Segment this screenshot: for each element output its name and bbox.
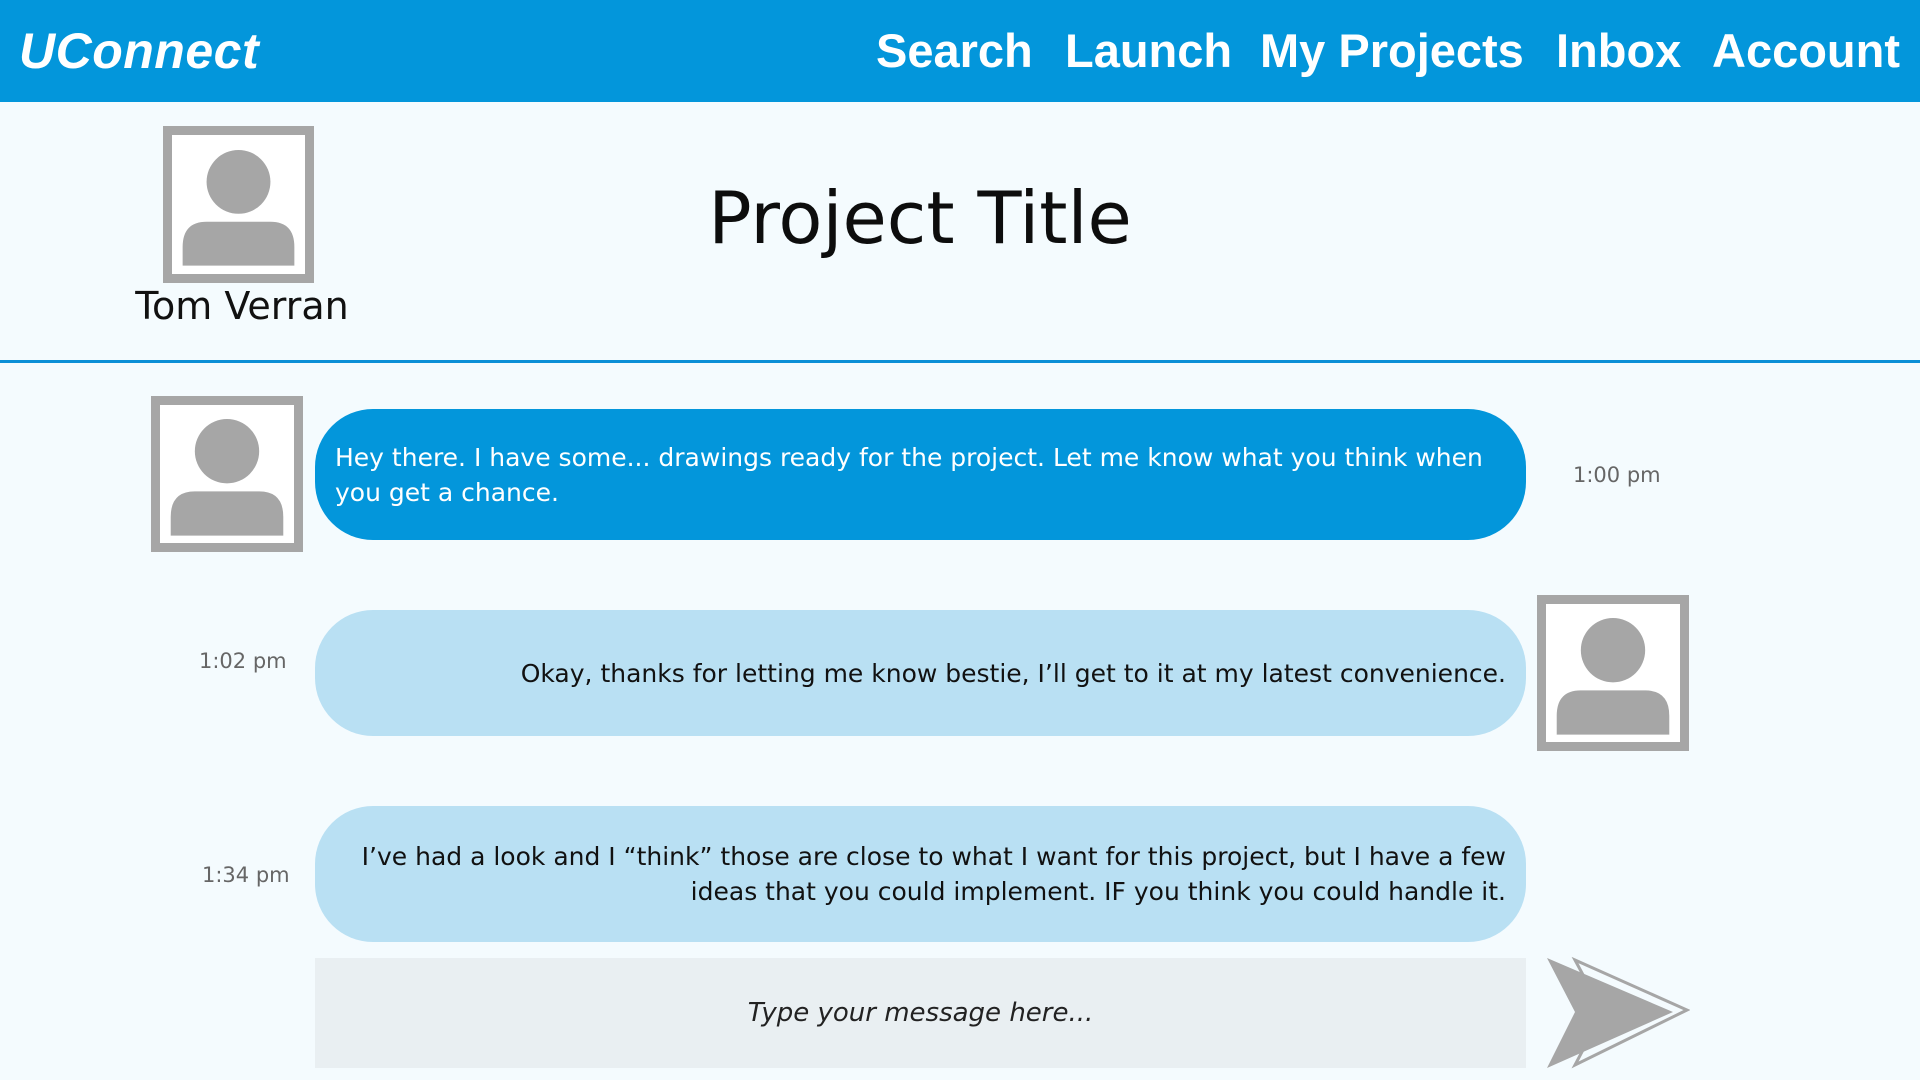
sender-avatar[interactable] (151, 396, 303, 552)
project-owner-avatar[interactable] (163, 126, 314, 283)
nav-search[interactable]: Search (876, 22, 1033, 80)
brand-logo[interactable]: UConnect (19, 22, 259, 80)
message-bubble-outgoing: Okay, thanks for letting me know bestie,… (315, 610, 1526, 736)
message-bubble-incoming: Hey there. I have some... drawings ready… (315, 409, 1526, 540)
nav-launch[interactable]: Launch (1065, 22, 1232, 80)
nav-account[interactable]: Account (1712, 22, 1900, 80)
message-timestamp: 1:34 pm (202, 863, 290, 887)
user-avatar-icon (182, 149, 295, 266)
page-title: Project Title (708, 176, 1132, 260)
send-button[interactable] (1545, 955, 1690, 1070)
message-timestamp: 1:00 pm (1573, 463, 1661, 487)
project-owner-name[interactable]: Tom Verran (100, 284, 384, 328)
message-input[interactable] (315, 958, 1526, 1068)
top-nav-bar: UConnect Search Launch My Projects Inbox… (0, 0, 1920, 102)
message-text: Hey there. I have some... drawings ready… (335, 442, 1483, 507)
user-avatar-icon (170, 419, 284, 536)
message-bubble-outgoing: I’ve had a look and I “think” those are … (315, 806, 1526, 942)
message-text: Okay, thanks for letting me know bestie,… (520, 658, 1506, 688)
my-avatar[interactable] (1537, 595, 1689, 751)
header-divider (0, 360, 1920, 363)
nav-my-projects[interactable]: My Projects (1260, 22, 1524, 80)
nav-inbox[interactable]: Inbox (1556, 22, 1681, 80)
message-timestamp: 1:02 pm (199, 649, 287, 673)
user-avatar-icon (1556, 618, 1670, 735)
message-text: I’ve had a look and I “think” those are … (361, 842, 1506, 906)
send-arrow-icon (1547, 956, 1690, 1069)
